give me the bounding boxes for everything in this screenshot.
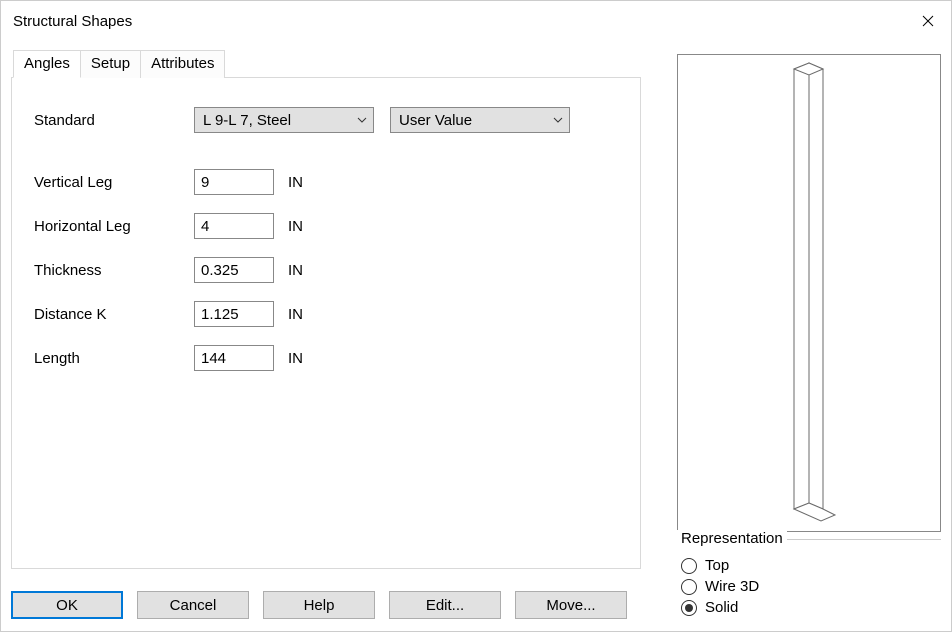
representation-wire3d-radio[interactable]: Wire 3D — [677, 578, 941, 595]
radio-icon — [681, 579, 697, 595]
horizontal-leg-input[interactable] — [194, 213, 274, 239]
representation-group: Representation Top Wire 3D Solid — [677, 539, 941, 622]
representation-solid-label: Solid — [705, 599, 738, 616]
ok-button[interactable]: OK — [11, 591, 123, 619]
tab-attributes[interactable]: Attributes — [141, 50, 225, 78]
edit-button[interactable]: Edit... — [389, 591, 501, 619]
radio-icon — [681, 558, 697, 574]
move-button[interactable]: Move... — [515, 591, 627, 619]
horizontal-leg-unit: IN — [288, 218, 303, 235]
representation-wire3d-label: Wire 3D — [705, 578, 759, 595]
titlebar: Structural Shapes — [1, 1, 951, 41]
thickness-unit: IN — [288, 262, 303, 279]
distance-k-input[interactable] — [194, 301, 274, 327]
button-row: OK Cancel Help Edit... Move... — [11, 591, 641, 619]
length-input[interactable] — [194, 345, 274, 371]
thickness-label: Thickness — [34, 262, 194, 279]
chevron-down-icon — [357, 117, 367, 123]
horizontal-leg-label: Horizontal Leg — [34, 218, 194, 235]
vertical-leg-input[interactable] — [194, 169, 274, 195]
length-label: Length — [34, 350, 194, 367]
tabstrip: Angles Setup Attributes — [13, 49, 641, 77]
length-unit: IN — [288, 350, 303, 367]
close-button[interactable] — [905, 5, 951, 37]
tab-panel-angles: Standard L 9-L 7, Steel User Value Verti… — [11, 77, 641, 569]
close-icon — [922, 15, 934, 27]
representation-solid-radio[interactable]: Solid — [677, 599, 941, 616]
window-title: Structural Shapes — [13, 13, 132, 30]
standard-source-value: User Value — [399, 112, 472, 129]
tab-setup[interactable]: Setup — [81, 50, 141, 78]
angle-shape-icon — [678, 55, 940, 531]
tab-angles[interactable]: Angles — [13, 50, 81, 78]
cancel-button[interactable]: Cancel — [137, 591, 249, 619]
shape-preview — [677, 54, 941, 532]
chevron-down-icon — [553, 117, 563, 123]
vertical-leg-label: Vertical Leg — [34, 174, 194, 191]
standard-shape-value: L 9-L 7, Steel — [203, 112, 291, 129]
thickness-input[interactable] — [194, 257, 274, 283]
standard-source-dropdown[interactable]: User Value — [390, 107, 570, 133]
vertical-leg-unit: IN — [288, 174, 303, 191]
help-button[interactable]: Help — [263, 591, 375, 619]
representation-top-radio[interactable]: Top — [677, 557, 941, 574]
representation-legend: Representation — [677, 530, 787, 547]
representation-top-label: Top — [705, 557, 729, 574]
radio-icon — [681, 600, 697, 616]
standard-shape-dropdown[interactable]: L 9-L 7, Steel — [194, 107, 374, 133]
distance-k-label: Distance K — [34, 306, 194, 323]
distance-k-unit: IN — [288, 306, 303, 323]
standard-label: Standard — [34, 112, 194, 129]
